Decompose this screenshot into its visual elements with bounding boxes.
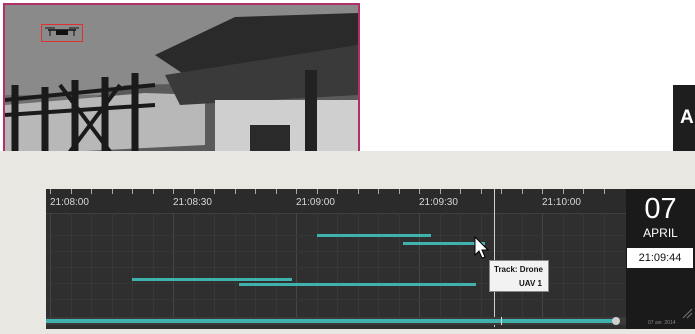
mouse-cursor-icon xyxy=(474,236,490,259)
ruler-tick xyxy=(316,189,318,194)
time-label: 21:08:30 xyxy=(173,197,212,208)
playhead[interactable] xyxy=(494,189,495,327)
track-bar[interactable] xyxy=(238,283,477,286)
grid-line xyxy=(398,213,400,319)
grid-line xyxy=(275,213,277,319)
grid-line xyxy=(378,213,379,319)
ruler-tick xyxy=(70,189,72,194)
grid-line xyxy=(583,213,584,319)
ruler-tick xyxy=(234,189,236,194)
ruler-tick xyxy=(193,189,195,194)
grid-line xyxy=(480,213,482,319)
ruler-tick xyxy=(480,189,482,194)
lane-line xyxy=(46,299,626,300)
grid-line xyxy=(193,213,195,319)
ruler-tick xyxy=(562,189,564,194)
track-bar[interactable] xyxy=(316,234,432,237)
ruler-tick xyxy=(275,189,277,194)
time-label: 21:09:00 xyxy=(296,197,335,208)
grid-line xyxy=(357,213,359,319)
timeline-footer-date: 07 avr. 2014 xyxy=(648,320,676,326)
ruler-tick xyxy=(91,189,92,194)
grid-line xyxy=(316,213,318,319)
scrollbar-fill xyxy=(46,319,617,323)
grid-line xyxy=(603,213,605,319)
ruler-tick xyxy=(357,189,359,194)
ruler-tick xyxy=(337,189,338,194)
ruler-tick xyxy=(214,189,215,194)
track-tooltip: Track: Drone UAV 1 xyxy=(489,260,549,292)
ruler-tick xyxy=(173,189,174,194)
time-label: 21:08:00 xyxy=(50,197,89,208)
ruler-tick xyxy=(50,189,51,194)
scrollbar-thumb[interactable] xyxy=(612,317,621,325)
ruler-tick xyxy=(583,189,584,194)
ruler-tick xyxy=(501,189,502,194)
timeline[interactable]: 21:08:00 21:08:30 21:09:00 21:09:30 21:10:00… xyxy=(46,189,626,329)
tooltip-track-label: Track: Drone xyxy=(494,265,543,274)
grid-line xyxy=(439,213,441,319)
time-ruler[interactable]: 21:08:00 21:08:30 21:09:00 21:09:30 21:10:00 xyxy=(46,189,626,214)
current-time-value: 21:09:44 xyxy=(638,252,682,264)
ruler-tick xyxy=(521,189,523,194)
grid-line xyxy=(70,213,72,319)
side-tab-label: A xyxy=(680,107,694,128)
grid-line xyxy=(460,213,461,319)
grid-line xyxy=(337,213,338,319)
grid-line xyxy=(111,213,113,319)
grid-line xyxy=(296,213,297,319)
detection-box[interactable] xyxy=(41,24,83,42)
current-time-display[interactable]: 21:09:44 xyxy=(627,248,693,268)
track-bar[interactable] xyxy=(402,242,485,245)
ruler-tick xyxy=(378,189,379,194)
ruler-tick xyxy=(296,189,297,194)
resize-grip-icon[interactable] xyxy=(681,307,693,319)
ruler-tick xyxy=(603,189,605,194)
side-tab[interactable]: A xyxy=(673,85,695,151)
date-month: APRIL xyxy=(643,226,678,240)
scrollbar-playhead-marker xyxy=(501,317,502,325)
ruler-tick xyxy=(439,189,441,194)
ruler-tick xyxy=(111,189,113,194)
time-label: 21:10:00 xyxy=(542,197,581,208)
ruler-tick xyxy=(255,189,256,194)
grid-line xyxy=(234,213,236,319)
ruler-tick xyxy=(419,189,420,194)
grid-line xyxy=(152,213,154,319)
ruler-tick xyxy=(398,189,400,194)
grid-line xyxy=(255,213,256,319)
grid-line xyxy=(132,213,133,319)
grid-line xyxy=(173,213,174,319)
ruler-tick xyxy=(132,189,133,194)
grid-line xyxy=(91,213,92,319)
tooltip-track-name: UAV 1 xyxy=(519,279,542,288)
drone-icon xyxy=(45,27,79,36)
track-bar[interactable] xyxy=(132,278,292,281)
grid-line xyxy=(50,213,51,319)
grid-line xyxy=(214,213,215,319)
ruler-tick xyxy=(460,189,461,194)
grid-line xyxy=(562,213,564,319)
date-panel: 07 APRIL 21:09:44 07 avr. 2014 xyxy=(626,189,695,329)
ruler-tick xyxy=(542,189,543,194)
ruler-tick xyxy=(152,189,154,194)
timeline-scrollbar[interactable] xyxy=(46,317,626,325)
time-label: 21:09:30 xyxy=(419,197,458,208)
lane-line xyxy=(46,251,626,252)
date-day: 07 xyxy=(644,193,677,225)
grid-line xyxy=(419,213,420,319)
